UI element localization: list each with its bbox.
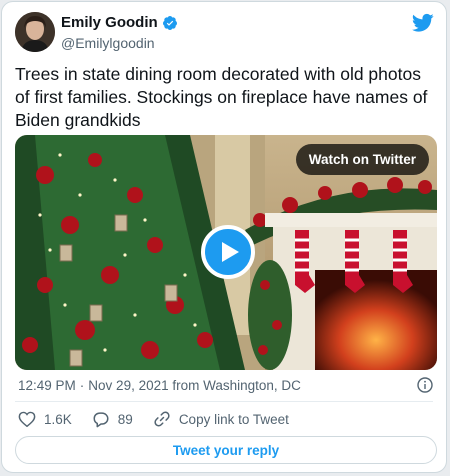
verified-badge-icon	[162, 15, 177, 30]
like-count: 1.6K	[44, 411, 72, 427]
tweet-actions: 1.6K 89 Copy link to Tweet	[18, 410, 309, 428]
info-icon[interactable]	[417, 377, 433, 393]
link-icon	[154, 411, 170, 427]
video-media[interactable]: Watch on Twitter	[15, 135, 437, 370]
reply-count: 89	[117, 411, 133, 427]
author-handle[interactable]: @Emilylgoodin	[61, 35, 155, 51]
tweet-text: Trees in state dining room decorated wit…	[15, 64, 428, 130]
tweet-date-source: Nov 29, 2021 from Washington, DC	[88, 378, 301, 393]
author-name[interactable]: Emily Goodin	[61, 14, 158, 31]
reply-bubble-icon	[93, 411, 109, 427]
like-action[interactable]: 1.6K	[18, 411, 72, 427]
watch-on-twitter-button[interactable]: Watch on Twitter	[295, 144, 429, 175]
heart-icon	[18, 411, 36, 427]
avatar[interactable]	[15, 12, 55, 52]
tweet-your-reply-button[interactable]: Tweet your reply	[15, 436, 437, 464]
tweet-timestamp[interactable]: 12:49 PM · Nov 29, 2021 from Washington,…	[18, 378, 301, 393]
play-icon	[222, 242, 239, 262]
copy-link-label: Copy link to Tweet	[178, 411, 289, 427]
twitter-bird-icon[interactable]	[412, 13, 434, 33]
play-button[interactable]	[201, 225, 255, 279]
copy-link-action[interactable]: Copy link to Tweet	[153, 410, 289, 428]
divider	[15, 401, 433, 402]
tweet-card: Emily Goodin @Emilylgoodin Trees in stat…	[1, 1, 447, 473]
reply-action[interactable]: 89	[92, 411, 133, 428]
meta-separator: ·	[79, 378, 85, 393]
tweet-time: 12:49 PM	[18, 378, 76, 393]
